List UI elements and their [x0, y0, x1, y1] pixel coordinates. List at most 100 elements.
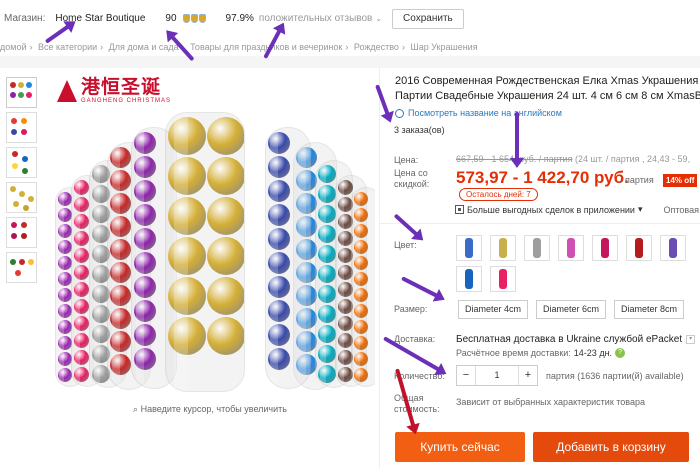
- shipping-method-text[interactable]: Бесплатная доставка в Ukraine службой eP…: [456, 334, 682, 345]
- product-title-line: 2016 Современная Рождественская Елка Xma…: [395, 75, 700, 87]
- color-swatch[interactable]: [626, 235, 652, 261]
- color-swatch[interactable]: [592, 235, 618, 261]
- original-price-per-piece: (24 шт. / партия , 24,43 - 59,: [574, 154, 691, 164]
- size-options: Diameter 4cm Diameter 6cm Diameter 8cm: [458, 300, 685, 319]
- ornament-ball: [268, 204, 290, 226]
- ornament-ball: [268, 228, 290, 250]
- ornament-ball: [354, 256, 368, 270]
- help-icon[interactable]: ?: [615, 348, 626, 358]
- ornament-ball: [338, 180, 353, 195]
- ornament-ball: [354, 192, 368, 206]
- color-swatch[interactable]: [490, 266, 516, 292]
- thumbnail-image[interactable]: [6, 182, 37, 213]
- breadcrumb-item[interactable]: Все категории: [38, 42, 97, 52]
- color-swatch[interactable]: [456, 235, 482, 261]
- translate-icon: [395, 108, 404, 118]
- ornament-tube-icon: [601, 238, 609, 258]
- size-option-8cm[interactable]: Diameter 8cm: [614, 300, 685, 319]
- original-price: 667,59 - 1 654, руб. / партия (24 шт. / …: [456, 154, 690, 164]
- christmas-tree-icon: [57, 80, 77, 102]
- chevron-down-icon[interactable]: ⌄: [375, 14, 382, 23]
- ornament-tube-icon: [499, 269, 507, 289]
- ornament-ball: [58, 288, 72, 302]
- breadcrumb-item[interactable]: Рождество: [354, 42, 399, 52]
- add-to-cart-button[interactable]: Добавить в корзину: [533, 432, 689, 462]
- breadcrumb: домой› Все категории› Для дома и сада› Т…: [0, 38, 700, 56]
- ornament-ball: [268, 300, 290, 322]
- ornament-ball: [168, 237, 206, 275]
- ornament-ball: [74, 333, 89, 348]
- ornament-ball: [168, 317, 206, 355]
- section-divider: [0, 56, 700, 68]
- delivery-estimate: Расчётное время доставки: 14-23 дн. ?: [456, 348, 626, 358]
- color-swatch[interactable]: [524, 235, 550, 261]
- total-label-line: стоимость:: [394, 404, 440, 414]
- ornament-ball: [354, 208, 368, 222]
- ornament-ball: [74, 248, 89, 263]
- color-swatch[interactable]: [490, 235, 516, 261]
- quantity-increase-button[interactable]: +: [519, 366, 537, 385]
- ornament-ball: [58, 368, 72, 382]
- thumbnail-image[interactable]: [6, 112, 37, 143]
- ornament-tube-icon: [669, 238, 677, 258]
- zoom-hint-text: Наведите курсор, чтобы увеличить: [140, 404, 287, 414]
- ornament-ball: [74, 299, 89, 314]
- delivery-estimate-label: Расчётное время доставки:: [456, 348, 571, 358]
- size-option-4cm[interactable]: Diameter 4cm: [458, 300, 529, 319]
- thumbnail-image[interactable]: [6, 252, 37, 283]
- thumbnail-image[interactable]: [6, 77, 37, 108]
- app-deals-link[interactable]: Больше выгодных сделок в приложении ▾ Оп…: [455, 204, 699, 215]
- product-title-line: Партии Свадебные Украшения 24 шт. 4 см 6…: [395, 90, 700, 102]
- medal-icon: [198, 14, 206, 23]
- color-swatch[interactable]: [660, 235, 686, 261]
- ornament-ball: [134, 348, 156, 370]
- color-swatches: [456, 235, 700, 292]
- translate-link-text[interactable]: Посмотреть название на английском: [408, 108, 562, 118]
- ornament-ball: [58, 304, 72, 318]
- save-store-button[interactable]: Сохранить: [392, 8, 464, 29]
- breadcrumb-separator: ›: [100, 42, 104, 52]
- size-option-6cm[interactable]: Diameter 6cm: [536, 300, 607, 319]
- ornament-ball: [110, 308, 131, 329]
- ornament-ball: [318, 165, 336, 183]
- breadcrumb-item-current: Шар Украшения: [410, 42, 478, 52]
- discount-price: 573,97 - 1 422,70 руб.: [456, 168, 629, 187]
- chevron-down-icon[interactable]: ▾: [686, 335, 696, 344]
- ornament-ball: [110, 170, 131, 191]
- shipping-method[interactable]: Бесплатная доставка в Ukraine службой eP…: [456, 334, 696, 345]
- thumbnail-image[interactable]: [6, 147, 37, 178]
- ornament-ball: [354, 224, 368, 238]
- thumbnail-image[interactable]: [6, 217, 37, 248]
- ornament-ball: [318, 245, 336, 263]
- buy-now-button[interactable]: Купить сейчас: [395, 432, 525, 462]
- ornament-ball: [168, 117, 206, 155]
- chevron-down-icon[interactable]: ▾: [638, 204, 643, 215]
- breadcrumb-item[interactable]: домой: [0, 42, 26, 52]
- product-info-panel: 2016 Современная Рождественская Елка Xma…: [379, 68, 700, 468]
- zoom-icon: ⌕: [133, 404, 141, 414]
- ornament-ball: [318, 285, 336, 303]
- quantity-decrease-button[interactable]: −: [457, 366, 475, 385]
- ornament-ball: [134, 324, 156, 346]
- medal-icon: [182, 14, 190, 23]
- ornament-ball: [74, 367, 89, 382]
- color-swatch[interactable]: [558, 235, 584, 261]
- ornament-tube: [165, 112, 245, 392]
- breadcrumb-item[interactable]: Для дома и сада: [109, 42, 179, 52]
- ornament-ball: [207, 117, 244, 155]
- ornament-ball: [318, 265, 336, 283]
- color-swatch[interactable]: [456, 266, 482, 292]
- quantity-input[interactable]: 1: [475, 366, 519, 385]
- wholesale-link[interactable]: Оптовая: [664, 205, 699, 215]
- translate-link[interactable]: Посмотреть название на английском: [395, 108, 562, 118]
- app-deals-text[interactable]: Больше выгодных сделок в приложении: [467, 205, 635, 215]
- original-price-unit: руб. / партия: [519, 154, 573, 164]
- store-score: 90: [165, 13, 177, 24]
- annotation-arrow: [515, 112, 519, 162]
- breadcrumb-separator: ›: [29, 42, 33, 52]
- ornament-ball: [110, 285, 131, 306]
- ornament-ball: [58, 336, 72, 350]
- ornament-ball: [354, 352, 368, 366]
- price-label: Цена:: [394, 155, 419, 165]
- product-main-image[interactable]: 港恒圣诞 GANGHENG CHRISTMAS: [45, 72, 375, 402]
